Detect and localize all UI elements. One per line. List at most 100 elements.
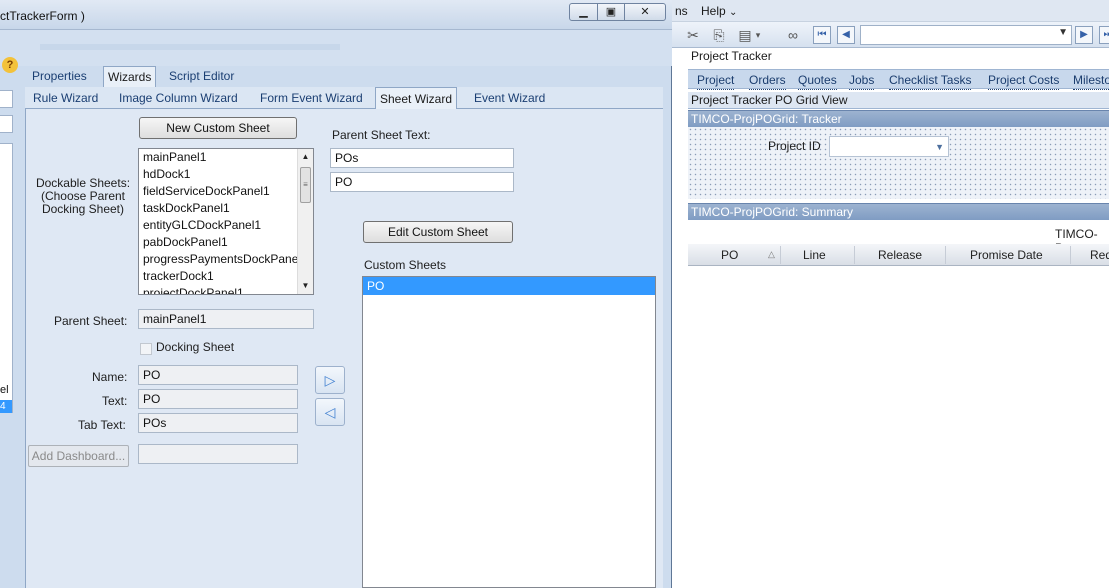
menu-fragment[interactable]: ns (675, 4, 688, 18)
tab-orders[interactable]: Orders (749, 72, 786, 90)
paste-dropdown-icon[interactable]: ▾ (754, 26, 762, 44)
column-header-red[interactable]: Red (1090, 248, 1109, 262)
parent-sheet-text-field-1[interactable]: POs (330, 148, 514, 168)
sort-icon: △ (768, 249, 775, 259)
tab-text-field[interactable]: POs (138, 413, 298, 433)
left-field-fragment[interactable] (0, 115, 13, 133)
column-divider[interactable] (854, 246, 855, 264)
add-dashboard-button[interactable]: Add Dashboard... (28, 445, 129, 467)
list-item[interactable]: projectDockPanel1 (139, 285, 313, 294)
summary-panel-header: TIMCO-ProjPOGrid: Summary (688, 203, 1109, 220)
tracker-tab-strip: Project Orders Quotes Jobs Checklist Tas… (688, 69, 1109, 90)
custom-sheets-list[interactable]: PO (362, 276, 656, 588)
name-field[interactable]: PO (138, 365, 298, 385)
menu-help[interactable]: Help ⌄ (701, 4, 737, 18)
window-title: ctTrackerForm ) (0, 9, 85, 23)
name-label: Name: (92, 370, 128, 384)
grid-view-title: Project Tracker PO Grid View (688, 92, 1109, 109)
window-titlebar: ctTrackerForm ) ▁ ▣ ✕ (0, 0, 672, 30)
column-divider[interactable] (945, 246, 946, 264)
tab-rule-wizard[interactable]: Rule Wizard (29, 88, 102, 108)
paste-icon[interactable]: ▤ (736, 26, 754, 44)
project-id-combo[interactable]: ▼ (829, 136, 949, 157)
dockable-sheets-list[interactable]: mainPanel1 hdDock1 fieldServiceDockPanel… (138, 148, 314, 295)
move-left-button[interactable]: ◁ (315, 398, 345, 426)
scroll-down-icon[interactable]: ▼ (298, 278, 313, 294)
tab-properties[interactable]: Properties (28, 66, 91, 86)
tracker-panel-body: Project ID ▼ (688, 127, 1109, 199)
parent-sheet-label: Parent Sheet: (54, 314, 128, 328)
column-divider[interactable] (1070, 246, 1071, 264)
docking-sheet-label: Docking Sheet (156, 340, 235, 354)
list-scrollbar[interactable]: ▲ ≡ ▼ (297, 149, 313, 294)
parent-sheet-text-label: Parent Sheet Text: (332, 128, 431, 142)
list-item[interactable]: mainPanel1 (139, 149, 313, 166)
tab-event-wizard[interactable]: Event Wizard (470, 88, 549, 108)
custom-sheets-label: Custom Sheets (364, 258, 447, 272)
parent-sheet-field[interactable]: mainPanel1 (138, 309, 314, 329)
menu-help-label: Help (701, 4, 726, 18)
column-divider[interactable] (780, 246, 781, 264)
new-custom-sheet-button[interactable]: New Custom Sheet (139, 117, 297, 139)
tab-milestones[interactable]: Milesto (1073, 72, 1109, 90)
minimize-button[interactable]: ▁ (569, 3, 598, 21)
record-combo[interactable]: ▼ (860, 25, 1072, 45)
chevron-down-icon: ▼ (1058, 27, 1068, 38)
tab-form-event-wizard[interactable]: Form Event Wizard (256, 88, 367, 108)
list-item[interactable]: hdDock1 (139, 166, 313, 183)
first-record-icon[interactable]: ⏮ (813, 26, 831, 44)
customization-window: ctTrackerForm ) ▁ ▣ ✕ ? el 4 Properties … (0, 0, 672, 588)
list-item[interactable]: PO (363, 277, 655, 295)
next-record-icon[interactable]: ▶ (1075, 26, 1093, 44)
text-label: Text: (102, 394, 128, 408)
help-icon[interactable]: ? (2, 57, 18, 73)
grid-header: PO △ Line Release Promise Date Red (688, 244, 1109, 266)
summary-caption-bar: TIMCO-Pro (688, 224, 1109, 255)
tab-wizards[interactable]: Wizards (103, 66, 157, 88)
tab-image-column-wizard[interactable]: Image Column Wizard (115, 88, 242, 108)
list-item[interactable]: taskDockPanel1 (139, 200, 313, 217)
list-item[interactable]: fieldServiceDockPanel1 (139, 183, 313, 200)
tracker-panel-header: TIMCO-ProjPOGrid: Tracker (688, 110, 1109, 127)
background-menubar: ns Help ⌄ (672, 0, 1109, 22)
background-toolbar: ✂ ⎘ ▤ ▾ ∞ ⏮ ◀ ▼ ▶ ⏭ (672, 22, 1109, 48)
left-field-fragment[interactable] (0, 90, 13, 108)
column-header-promise-date[interactable]: Promise Date (970, 248, 1043, 262)
copy-icon[interactable]: ⎘ (710, 26, 728, 44)
cut-icon[interactable]: ✂ (684, 26, 702, 44)
tab-script-editor[interactable]: Script Editor (165, 66, 238, 86)
tab-checklist-tasks[interactable]: Checklist Tasks (889, 72, 972, 90)
window-toolbar-area (0, 30, 672, 66)
column-header-release[interactable]: Release (878, 248, 922, 262)
tab-quotes[interactable]: Quotes (798, 72, 837, 90)
left-tree-fragment[interactable] (0, 143, 13, 413)
grid-body (688, 266, 1109, 588)
text-field[interactable]: PO (138, 389, 298, 409)
close-button[interactable]: ✕ (624, 3, 666, 21)
tab-project[interactable]: Project (697, 72, 735, 90)
tab-project-costs[interactable]: Project Costs (988, 72, 1060, 90)
tab-jobs[interactable]: Jobs (849, 72, 875, 90)
binoculars-icon[interactable]: ∞ (784, 26, 802, 44)
last-record-icon[interactable]: ⏭ (1099, 26, 1109, 44)
tab-sheet-wizard[interactable]: Sheet Wizard (375, 87, 458, 110)
list-item[interactable]: pabDockPanel1 (139, 234, 313, 251)
list-item[interactable]: entityGLCDockPanel1 (139, 217, 313, 234)
column-header-po[interactable]: PO (721, 248, 738, 262)
prev-record-icon[interactable]: ◀ (837, 26, 855, 44)
maximize-button[interactable]: ▣ (597, 3, 625, 21)
column-header-line[interactable]: Line (803, 248, 826, 262)
chevron-down-icon: ▼ (935, 142, 944, 152)
move-right-button[interactable]: ▷ (315, 366, 345, 394)
left-tree-selected[interactable]: 4 (0, 400, 12, 413)
chevron-down-icon: ⌄ (729, 7, 738, 18)
add-dashboard-field[interactable] (138, 444, 298, 464)
parent-sheet-text-field-2[interactable]: PO (330, 172, 514, 192)
list-item[interactable]: progressPaymentsDockPanel1 (139, 251, 313, 268)
list-item[interactable]: trackerDock1 (139, 268, 313, 285)
dockable-sheets-label: Dockable Sheets: (Choose Parent Docking … (35, 176, 131, 216)
scroll-up-icon[interactable]: ▲ (298, 149, 313, 165)
scroll-thumb[interactable]: ≡ (300, 167, 311, 203)
edit-custom-sheet-button[interactable]: Edit Custom Sheet (363, 221, 513, 243)
docking-sheet-checkbox[interactable] (140, 343, 152, 355)
